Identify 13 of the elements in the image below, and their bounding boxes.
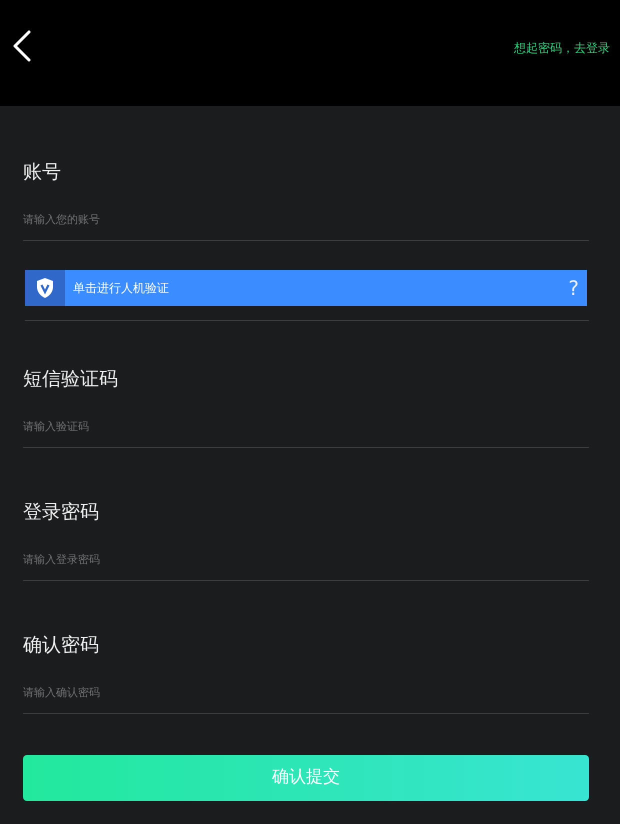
captcha-button[interactable]: 单击进行人机验证 ?	[25, 270, 587, 306]
input-field[interactable]: 请输入验证码	[23, 409, 589, 447]
field-label: 确认密码	[23, 633, 100, 658]
field-label: 登录密码	[23, 500, 100, 525]
login-link[interactable]: 想起密码，去登录	[514, 39, 610, 57]
input-field[interactable]: 请输入您的账号	[23, 202, 589, 240]
help-icon[interactable]: ?	[568, 273, 587, 303]
input-field[interactable]: 请输入确认密码	[23, 675, 589, 713]
field-label: 短信验证码	[23, 367, 119, 392]
field-label: 账号	[23, 160, 62, 185]
shield-icon	[25, 270, 65, 306]
input-field[interactable]: 请输入登录密码	[23, 542, 589, 580]
back-icon[interactable]	[12, 30, 32, 62]
